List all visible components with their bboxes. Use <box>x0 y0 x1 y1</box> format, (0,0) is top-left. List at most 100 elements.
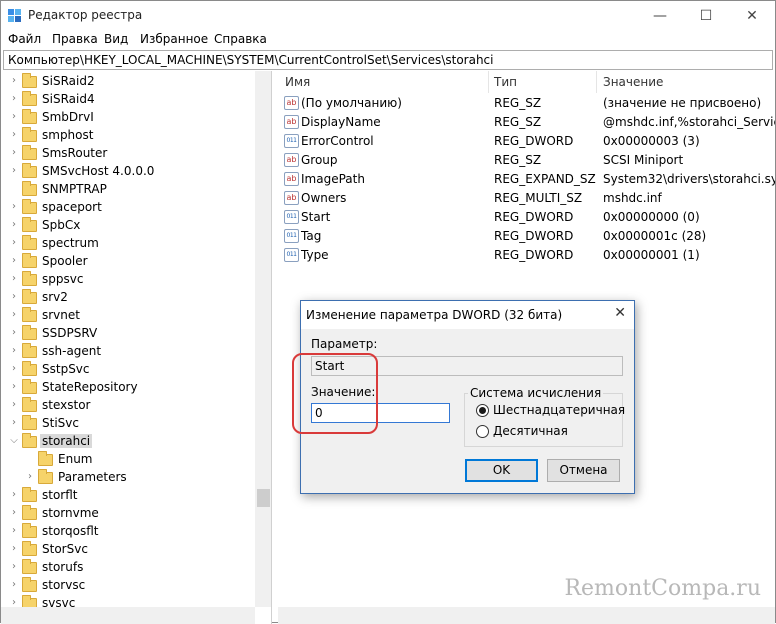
chevron-right-icon[interactable]: › <box>9 93 19 105</box>
chevron-right-icon[interactable]: › <box>9 381 19 393</box>
chevron-right-icon[interactable]: › <box>9 147 19 159</box>
chevron-right-icon[interactable]: › <box>9 399 19 411</box>
chevron-right-icon[interactable]: › <box>9 327 19 339</box>
menu-file[interactable]: Файл <box>8 32 41 46</box>
column-name-header[interactable]: Имя <box>285 75 310 89</box>
chevron-right-icon[interactable]: › <box>9 111 19 123</box>
column-type-header[interactable]: Тип <box>494 75 517 89</box>
cancel-button[interactable]: Отмена <box>547 459 620 482</box>
tree-item[interactable]: › smphost <box>1 127 255 145</box>
tree-item[interactable]: › Spooler <box>1 253 255 271</box>
key-tree-pane: › SiSRaid2 › SiSRaid4 › SmbDrvI › smphost › SmsRo… <box>1 71 272 624</box>
chevron-right-icon[interactable]: › <box>9 255 19 267</box>
tree-item[interactable]: › SSDPSRV <box>1 325 255 343</box>
tree-item[interactable]: › storvsc <box>1 577 255 595</box>
string-value-icon: ab <box>284 172 299 186</box>
tree-item[interactable]: › spaceport <box>1 199 255 217</box>
tree-item-label: spaceport <box>42 200 102 214</box>
value-row[interactable]: 011 Type REG_DWORD 0x00000001 (1) <box>278 246 775 265</box>
value-row[interactable]: ab DisplayName REG_SZ @mshdc.inf,%storahci_… <box>278 113 775 132</box>
chevron-right-icon[interactable]: › <box>9 309 19 321</box>
tree-scroll-thumb[interactable] <box>257 489 270 507</box>
column-divider[interactable] <box>488 71 489 93</box>
value-row[interactable]: 011 ErrorControl REG_DWORD 0x00000003 (3) <box>278 132 775 151</box>
tree-item[interactable]: › SmbDrvI <box>1 109 255 127</box>
tree-horizontal-scrollbar[interactable] <box>1 607 255 624</box>
ok-button[interactable]: OK <box>465 459 538 482</box>
tree-item[interactable]: › SstpSvc <box>1 361 255 379</box>
chevron-right-icon[interactable]: › <box>25 471 35 483</box>
value-row[interactable]: 011 Start REG_DWORD 0x00000000 (0) <box>278 208 775 227</box>
value-row[interactable]: 011 Tag REG_DWORD 0x0000001c (28) <box>278 227 775 246</box>
tree-vertical-scrollbar[interactable] <box>255 71 271 607</box>
menu-view[interactable]: Вид <box>104 32 128 46</box>
value-data: 0x00000003 (3) <box>603 134 700 148</box>
chevron-right-icon[interactable]: › <box>9 579 19 591</box>
chevron-right-icon[interactable]: › <box>9 237 19 249</box>
menu-favorites[interactable]: Избранное <box>140 32 208 46</box>
tree-item[interactable]: › ssh-agent <box>1 343 255 361</box>
value-row[interactable]: ab Group REG_SZ SCSI Miniport <box>278 151 775 170</box>
tree-item[interactable]: › storflt <box>1 487 255 505</box>
tree-item[interactable]: › StorSvc <box>1 541 255 559</box>
tree-item[interactable]: › srv2 <box>1 289 255 307</box>
decimal-radio-label[interactable]: Десятичная <box>493 424 568 438</box>
chevron-right-icon[interactable]: › <box>9 363 19 375</box>
tree-item[interactable]: › SmsRouter <box>1 145 255 163</box>
tree-item[interactable]: › spectrum <box>1 235 255 253</box>
tree-item[interactable]: › SMSvcHost 4.0.0.0 <box>1 163 255 181</box>
column-divider[interactable] <box>596 71 597 93</box>
tree-item[interactable]: › Parameters <box>1 469 255 487</box>
address-bar[interactable]: Компьютер\HKEY_LOCAL_MACHINE\SYSTEM\Curr… <box>3 50 773 70</box>
chevron-right-icon[interactable]: › <box>9 561 19 573</box>
value-name: ImagePath <box>301 172 365 186</box>
chevron-right-icon[interactable]: › <box>9 201 19 213</box>
menu-edit[interactable]: Правка <box>52 32 98 46</box>
dialog-close-button[interactable]: ✕ <box>614 305 626 321</box>
binary-value-icon: 011 <box>284 134 299 148</box>
tree-item[interactable]: ⌵ storahci <box>1 433 255 451</box>
decimal-radio-button[interactable] <box>476 425 489 438</box>
value-row[interactable]: ab Owners REG_MULTI_SZ mshdc.inf <box>278 189 775 208</box>
chevron-right-icon[interactable]: › <box>9 345 19 357</box>
chevron-right-icon[interactable]: › <box>9 291 19 303</box>
chevron-right-icon[interactable]: › <box>9 417 19 429</box>
tree-item[interactable]: › storufs <box>1 559 255 577</box>
minimize-button[interactable]: — <box>637 1 683 31</box>
menu-help[interactable]: Справка <box>214 32 267 46</box>
tree-item[interactable]: SNMPTRAP <box>1 181 255 199</box>
tree-item[interactable]: › stexstor <box>1 397 255 415</box>
chevron-right-icon[interactable]: › <box>9 75 19 87</box>
tree-item[interactable]: › storqosflt <box>1 523 255 541</box>
chevron-right-icon[interactable]: › <box>9 273 19 285</box>
tree-item[interactable]: › sppsvc <box>1 271 255 289</box>
hex-radio-label[interactable]: Шестнадцатеричная <box>493 403 625 417</box>
chevron-right-icon[interactable]: › <box>9 525 19 537</box>
close-button[interactable]: ✕ <box>729 1 775 31</box>
chevron-right-icon[interactable]: › <box>9 165 19 177</box>
tree-item[interactable]: › SiSRaid4 <box>1 91 255 109</box>
maximize-button[interactable]: ☐ <box>683 1 729 31</box>
tree-item[interactable]: › StiSvc <box>1 415 255 433</box>
chevron-right-icon[interactable]: › <box>9 489 19 501</box>
tree-item[interactable]: › srvnet <box>1 307 255 325</box>
binary-value-icon: 011 <box>284 210 299 224</box>
chevron-right-icon[interactable]: › <box>9 507 19 519</box>
tree-item[interactable]: › SpbCx <box>1 217 255 235</box>
value-row[interactable]: ab ImagePath REG_EXPAND_SZ System32\drivers… <box>278 170 775 189</box>
chevron-right-icon[interactable]: › <box>9 129 19 141</box>
hex-radio-button[interactable] <box>476 404 489 417</box>
column-data-header[interactable]: Значение <box>603 75 663 89</box>
window-title: Редактор реестра <box>28 8 143 22</box>
chevron-down-icon[interactable]: ⌵ <box>9 435 19 447</box>
chevron-right-icon[interactable]: › <box>9 219 19 231</box>
tree-item[interactable]: › StateRepository <box>1 379 255 397</box>
value-row[interactable]: ab (По умолчанию) REG_SZ (значение не присв… <box>278 94 775 113</box>
chevron-right-icon[interactable]: › <box>9 543 19 555</box>
values-horizontal-scrollbar[interactable] <box>278 607 775 624</box>
tree-item-label: SiSRaid4 <box>42 92 95 106</box>
tree-item[interactable]: Enum <box>1 451 255 469</box>
tree-item[interactable]: › stornvme <box>1 505 255 523</box>
tree-item[interactable]: › SiSRaid2 <box>1 73 255 91</box>
tree-item-label: smphost <box>42 128 94 142</box>
